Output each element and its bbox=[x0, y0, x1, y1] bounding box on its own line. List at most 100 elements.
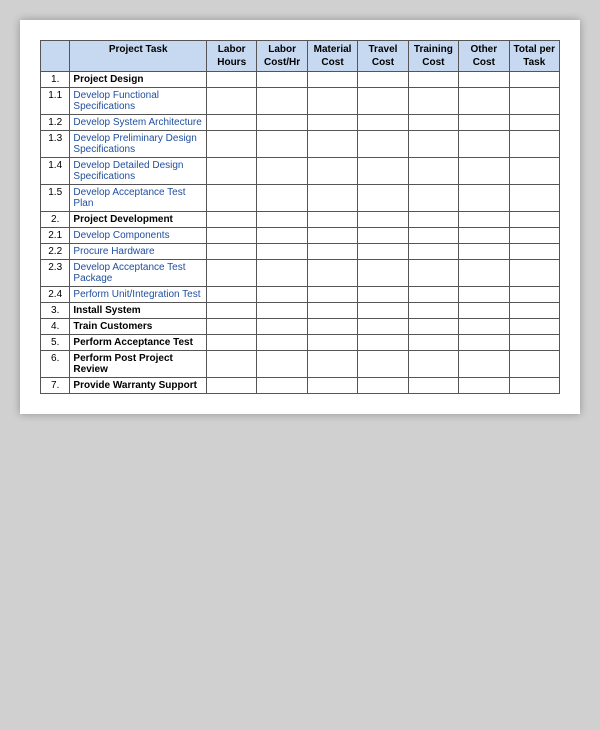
row-data-cell bbox=[408, 158, 458, 185]
row-data-cell bbox=[206, 260, 256, 287]
table-row: 2.1Develop Components bbox=[41, 228, 560, 244]
row-data-cell bbox=[408, 303, 458, 319]
row-data-cell bbox=[408, 88, 458, 115]
row-data-cell bbox=[408, 185, 458, 212]
row-data-cell bbox=[358, 260, 408, 287]
table-header-row: Project Task Labor Hours Labor Cost/Hr M… bbox=[41, 41, 560, 72]
row-data-cell bbox=[459, 72, 509, 88]
row-data-cell bbox=[257, 228, 307, 244]
header-total-per-task: Total per Task bbox=[509, 41, 559, 72]
row-data-cell bbox=[358, 158, 408, 185]
row-data-cell bbox=[358, 351, 408, 378]
row-data-cell bbox=[408, 131, 458, 158]
row-id: 7. bbox=[41, 378, 70, 394]
row-data-cell bbox=[509, 115, 559, 131]
row-data-cell bbox=[307, 260, 357, 287]
row-data-cell bbox=[257, 378, 307, 394]
table-row: 2.3Develop Acceptance Test Package bbox=[41, 260, 560, 287]
row-data-cell bbox=[206, 115, 256, 131]
row-data-cell bbox=[358, 378, 408, 394]
row-data-cell bbox=[257, 115, 307, 131]
row-data-cell bbox=[206, 244, 256, 260]
row-data-cell bbox=[257, 303, 307, 319]
row-task-name: Develop Functional Specifications bbox=[70, 88, 207, 115]
row-id: 2.2 bbox=[41, 244, 70, 260]
row-id: 1.3 bbox=[41, 131, 70, 158]
row-task-name: Project Design bbox=[70, 72, 207, 88]
row-data-cell bbox=[206, 158, 256, 185]
row-data-cell bbox=[408, 260, 458, 287]
row-id: 4. bbox=[41, 319, 70, 335]
row-data-cell bbox=[459, 212, 509, 228]
row-data-cell bbox=[408, 319, 458, 335]
row-data-cell bbox=[509, 244, 559, 260]
row-data-cell bbox=[358, 131, 408, 158]
row-data-cell bbox=[509, 212, 559, 228]
row-data-cell bbox=[509, 131, 559, 158]
row-data-cell bbox=[509, 319, 559, 335]
row-data-cell bbox=[358, 244, 408, 260]
row-data-cell bbox=[509, 185, 559, 212]
row-task-name: Procure Hardware bbox=[70, 244, 207, 260]
row-data-cell bbox=[257, 260, 307, 287]
row-data-cell bbox=[358, 287, 408, 303]
header-training-cost: Training Cost bbox=[408, 41, 458, 72]
row-data-cell bbox=[257, 351, 307, 378]
row-data-cell bbox=[206, 378, 256, 394]
row-data-cell bbox=[307, 115, 357, 131]
table-row: 3.Install System bbox=[41, 303, 560, 319]
row-data-cell bbox=[307, 378, 357, 394]
row-task-name: Train Customers bbox=[70, 319, 207, 335]
row-data-cell bbox=[358, 212, 408, 228]
row-data-cell bbox=[206, 351, 256, 378]
table-row: 1.Project Design bbox=[41, 72, 560, 88]
row-data-cell bbox=[257, 158, 307, 185]
row-data-cell bbox=[206, 212, 256, 228]
row-data-cell bbox=[509, 260, 559, 287]
row-id: 5. bbox=[41, 335, 70, 351]
row-data-cell bbox=[257, 319, 307, 335]
row-data-cell bbox=[358, 335, 408, 351]
row-data-cell bbox=[257, 287, 307, 303]
row-task-name: Develop Detailed Design Specifications bbox=[70, 158, 207, 185]
row-data-cell bbox=[206, 319, 256, 335]
row-data-cell bbox=[206, 88, 256, 115]
row-id: 1.5 bbox=[41, 185, 70, 212]
row-data-cell bbox=[358, 319, 408, 335]
row-task-name: Develop System Architecture bbox=[70, 115, 207, 131]
row-id: 6. bbox=[41, 351, 70, 378]
row-task-name: Install System bbox=[70, 303, 207, 319]
table-row: 1.2Develop System Architecture bbox=[41, 115, 560, 131]
row-id: 3. bbox=[41, 303, 70, 319]
row-data-cell bbox=[307, 319, 357, 335]
row-data-cell bbox=[206, 303, 256, 319]
row-id: 1.1 bbox=[41, 88, 70, 115]
row-data-cell bbox=[408, 212, 458, 228]
table-row: 5.Perform Acceptance Test bbox=[41, 335, 560, 351]
project-cost-table: Project Task Labor Hours Labor Cost/Hr M… bbox=[40, 40, 560, 394]
row-id: 2.1 bbox=[41, 228, 70, 244]
row-data-cell bbox=[206, 131, 256, 158]
row-data-cell bbox=[358, 88, 408, 115]
row-data-cell bbox=[408, 351, 458, 378]
row-data-cell bbox=[358, 303, 408, 319]
row-data-cell bbox=[509, 303, 559, 319]
row-data-cell bbox=[307, 88, 357, 115]
row-data-cell bbox=[358, 72, 408, 88]
row-data-cell bbox=[408, 335, 458, 351]
row-task-name: Perform Unit/Integration Test bbox=[70, 287, 207, 303]
row-data-cell bbox=[307, 72, 357, 88]
row-id: 2.4 bbox=[41, 287, 70, 303]
row-data-cell bbox=[257, 244, 307, 260]
row-data-cell bbox=[459, 244, 509, 260]
row-data-cell bbox=[358, 115, 408, 131]
table-row: 7.Provide Warranty Support bbox=[41, 378, 560, 394]
row-data-cell bbox=[509, 88, 559, 115]
row-data-cell bbox=[408, 115, 458, 131]
row-data-cell bbox=[408, 72, 458, 88]
row-data-cell bbox=[509, 72, 559, 88]
row-data-cell bbox=[509, 351, 559, 378]
row-data-cell bbox=[509, 378, 559, 394]
row-data-cell bbox=[257, 212, 307, 228]
row-task-name: Develop Acceptance Test Package bbox=[70, 260, 207, 287]
